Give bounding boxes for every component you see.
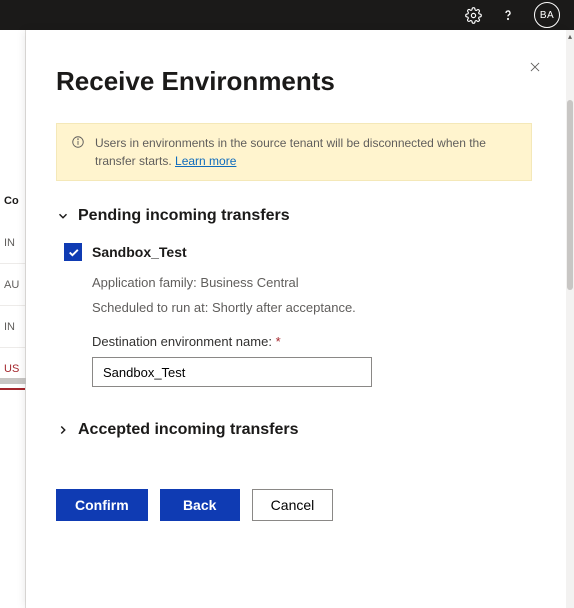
top-command-bar: BA <box>0 0 574 30</box>
scheduled-row: Scheduled to run at: Shortly after accep… <box>92 296 532 321</box>
bg-nav-item: IN <box>0 222 25 264</box>
footer-buttons: Confirm Back Cancel <box>56 489 532 521</box>
back-button[interactable]: Back <box>160 489 240 521</box>
app-family-row: Application family: Business Central <box>92 271 532 296</box>
receive-environments-panel: Receive Environments Users in environmen… <box>26 30 566 608</box>
destination-name-label: Destination environment name: * <box>92 334 532 349</box>
close-icon[interactable] <box>528 60 544 76</box>
bg-horizontal-scroll-thumb[interactable] <box>0 378 26 384</box>
chevron-right-icon <box>56 423 70 437</box>
learn-more-link[interactable]: Learn more <box>175 154 236 168</box>
pending-transfers-header[interactable]: Pending incoming transfers <box>56 207 532 225</box>
help-icon[interactable] <box>500 7 516 23</box>
avatar[interactable]: BA <box>534 2 560 28</box>
gear-icon[interactable] <box>465 7 482 24</box>
bg-heading: Co <box>0 180 25 222</box>
cancel-button[interactable]: Cancel <box>252 489 334 521</box>
confirm-button[interactable]: Confirm <box>56 489 148 521</box>
accepted-transfers-header[interactable]: Accepted incoming transfers <box>56 421 532 439</box>
transfer-name: Sandbox_Test <box>92 244 187 260</box>
background-nav: Co IN AU IN US <box>0 30 26 608</box>
info-text-container: Users in environments in the source tena… <box>95 134 517 170</box>
info-text: Users in environments in the source tena… <box>95 136 486 168</box>
avatar-initials: BA <box>540 10 554 21</box>
scroll-up-arrow[interactable]: ▴ <box>566 32 574 42</box>
info-message-bar: Users in environments in the source tena… <box>56 123 532 181</box>
pending-transfer-item: Sandbox_Test Application family: Busines… <box>64 243 532 387</box>
pending-heading-text: Pending incoming transfers <box>78 207 290 225</box>
page-title: Receive Environments <box>56 66 532 97</box>
panel-scrollbar-thumb[interactable] <box>567 100 573 290</box>
bg-nav-item: AU <box>0 264 25 306</box>
required-asterisk: * <box>276 334 281 349</box>
info-icon <box>71 135 85 170</box>
destination-name-input[interactable] <box>92 357 372 387</box>
bg-nav-item: IN <box>0 306 25 348</box>
transfer-checkbox[interactable] <box>64 243 82 261</box>
chevron-down-icon <box>56 209 70 223</box>
accepted-heading-text: Accepted incoming transfers <box>78 421 299 439</box>
